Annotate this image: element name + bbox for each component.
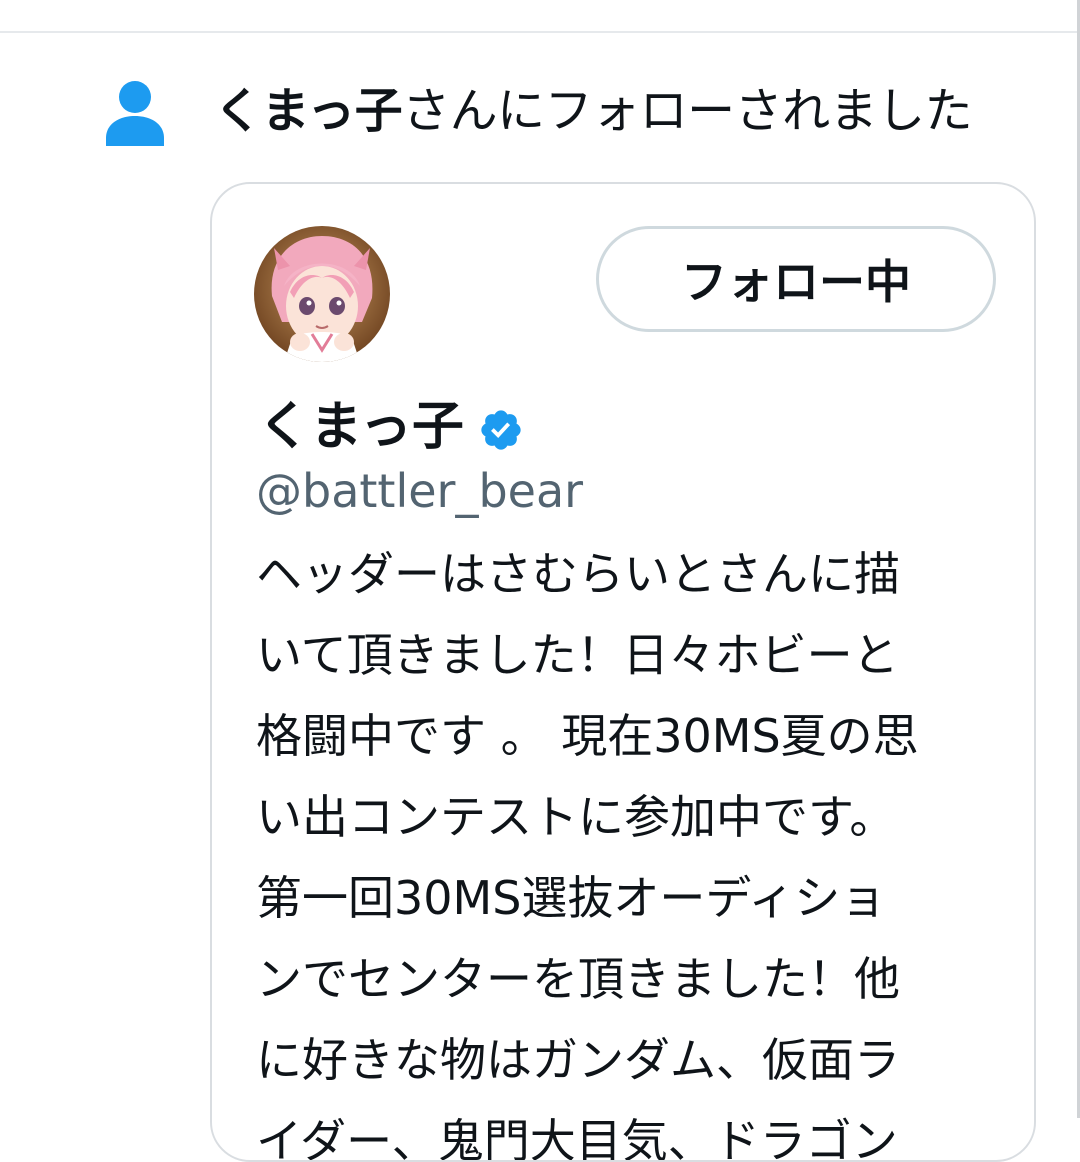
following-button[interactable]: フォロー中 <box>596 226 996 332</box>
notification-message: さんにフォローされました <box>402 83 973 139</box>
notification-user-name[interactable]: くまっ子 <box>214 83 403 139</box>
profile-bio: ヘッダーはさむらいとさんに描 いて頂きました！日々ホビーと 格闘中です 。 現在… <box>256 547 919 1162</box>
verified-badge-icon <box>481 410 521 450</box>
user-card[interactable]: フォロー中 くまっ子 @battler_bear ヘッダーはさむらいとさんに描 … <box>210 182 1036 1162</box>
person-icon <box>104 80 166 146</box>
name-row: くまっ子 <box>258 390 524 464</box>
notification-text: くまっ子さんにフォローされました <box>214 76 973 146</box>
user-handle[interactable]: @battler_bear <box>256 458 583 524</box>
avatar[interactable] <box>254 226 390 362</box>
top-divider <box>0 31 1080 33</box>
display-name[interactable]: くまっ子 <box>258 390 464 464</box>
